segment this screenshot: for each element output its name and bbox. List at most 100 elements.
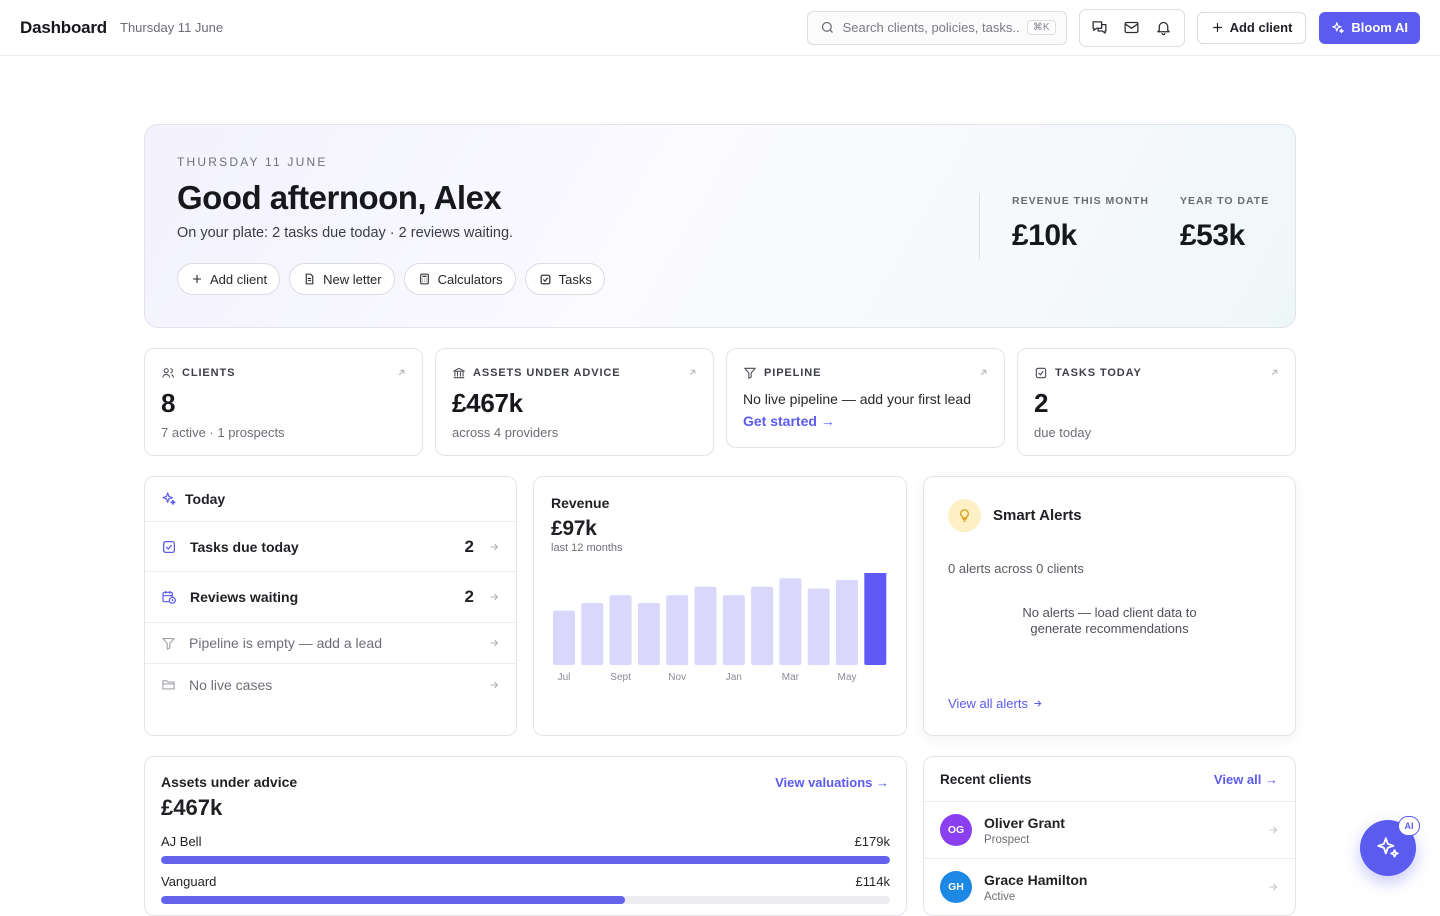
header-date: Thursday 11 June — [120, 20, 224, 35]
today-row-tasks[interactable]: Tasks due today 2 — [145, 522, 516, 572]
provider-name: Vanguard — [161, 874, 217, 889]
x-tick-label: Mar — [782, 672, 800, 683]
revenue-bar — [694, 586, 717, 665]
today-row-count: 2 — [464, 587, 474, 606]
kpi-aua-card[interactable]: ASSETS UNDER ADVICE £467k across 4 provi… — [435, 348, 714, 456]
kpi-pipeline-card[interactable]: PIPELINE No live pipeline — add your fir… — [726, 348, 1005, 448]
view-valuations-link[interactable]: View valuations → — [775, 775, 889, 790]
checkbox-icon — [539, 273, 552, 286]
provider-bar-fill — [161, 896, 626, 904]
client-status: Prospect — [984, 833, 1030, 846]
x-tick-label: May — [838, 672, 857, 683]
client-row[interactable]: GH Grace Hamilton Active — [924, 859, 1295, 915]
chip-label: Add client — [210, 271, 268, 287]
assets-total: £467k — [161, 795, 223, 820]
kpi-tasks-card[interactable]: TASKS TODAY 2 due today — [1017, 348, 1296, 456]
quick-add-client-button[interactable]: Add client — [177, 263, 281, 295]
alerts-empty-state: No alerts — load client data to generate… — [1022, 605, 1197, 636]
page-title: Dashboard — [20, 17, 107, 37]
tasks-button[interactable]: Tasks — [524, 263, 605, 295]
mail-icon[interactable] — [1118, 14, 1146, 42]
bank-icon — [452, 366, 466, 380]
sparkle-icon — [1375, 835, 1401, 861]
hero-divider — [979, 193, 980, 259]
today-row-label: Reviews waiting — [190, 589, 299, 605]
sparkle-icon — [161, 491, 177, 507]
revenue-bar — [581, 602, 604, 665]
revenue-bar — [836, 580, 858, 665]
add-client-label: Add client — [1229, 20, 1293, 35]
today-row-label: Pipeline is empty — add a lead — [189, 635, 382, 651]
chip-label: New letter — [323, 271, 382, 287]
kpi-sub: 7 active · 1 prospects — [161, 425, 285, 440]
revenue-subtitle: last 12 months — [551, 542, 623, 554]
get-started-link[interactable]: Get started → — [743, 413, 988, 429]
revenue-bar — [666, 595, 689, 665]
calculators-button[interactable]: Calculators — [403, 263, 516, 295]
client-status: Active — [984, 890, 1016, 903]
today-title: Today — [185, 491, 226, 507]
provider-bar-track — [161, 896, 890, 904]
stat-value: £10k — [1012, 219, 1077, 252]
revenue-bar — [807, 588, 830, 665]
hero-date: THURSDAY 11 JUNE — [177, 155, 328, 169]
add-client-button[interactable]: Add client — [1196, 11, 1307, 44]
kpi-value: £467k — [452, 388, 523, 418]
alerts-count: 0 alerts across 0 clients — [948, 561, 1084, 576]
header-icon-group — [1078, 8, 1185, 47]
messages-icon[interactable] — [1086, 14, 1114, 42]
revenue-value: £97k — [551, 517, 597, 540]
provider-bar-fill — [161, 856, 890, 864]
kpi-clients-card[interactable]: CLIENTS 8 7 active · 1 prospects — [144, 348, 423, 456]
today-row-count: 2 — [464, 536, 474, 556]
lightbulb-icon — [948, 499, 981, 532]
revenue-bar — [637, 602, 660, 665]
arrow-up-right-icon[interactable] — [687, 367, 698, 378]
today-row-reviews[interactable]: Reviews waiting 2 — [145, 572, 516, 623]
kpi-label: TASKS TODAY — [1055, 367, 1142, 379]
provider-amount: £114k — [855, 874, 890, 889]
stat-label: REVENUE THIS MONTH — [1012, 195, 1150, 207]
stat-label: YEAR TO DATE — [1180, 195, 1270, 207]
today-row-cases[interactable]: No live cases — [145, 664, 516, 705]
provider-row: AJ Bell £179k — [161, 834, 890, 864]
checkbox-icon — [161, 539, 177, 555]
search-input[interactable]: Search clients, policies, tasks... ⌘K — [806, 10, 1067, 45]
view-all-clients-link[interactable]: View all → — [1214, 772, 1278, 787]
checkbox-icon — [1034, 366, 1048, 380]
client-name: Oliver Grant — [984, 814, 1065, 831]
greeting-card: THURSDAY 11 JUNE Good afternoon, Alex On… — [144, 124, 1296, 328]
smart-alerts-panel: Smart Alerts 0 alerts across 0 clients N… — [923, 476, 1296, 736]
funnel-icon — [743, 366, 757, 380]
funnel-icon — [161, 636, 176, 651]
revenue-bar-chart: Jul Sept Nov Jan Mar May — [553, 573, 887, 683]
bloom-ai-label: Bloom AI — [1351, 20, 1408, 35]
recent-clients-panel: Recent clients View all → OG Oliver Gran… — [923, 756, 1296, 916]
kpi-label: CLIENTS — [182, 367, 236, 379]
assets-panel: Assets under advice View valuations → £4… — [144, 756, 907, 916]
arrow-up-right-icon[interactable] — [1269, 367, 1280, 378]
arrow-up-right-icon[interactable] — [396, 367, 407, 378]
recent-clients-title: Recent clients — [940, 771, 1032, 787]
ai-badge: AI — [1398, 816, 1420, 836]
users-icon — [161, 366, 175, 380]
x-tick-label: Nov — [668, 672, 686, 683]
calendar-clock-icon — [161, 589, 177, 605]
view-all-alerts-link[interactable]: View all alerts — [948, 696, 1043, 711]
client-row[interactable]: OG Oliver Grant Prospect — [924, 802, 1295, 859]
revenue-month-stat: REVENUE THIS MONTH £10k — [1012, 195, 1149, 253]
revenue-bar — [609, 595, 632, 665]
arrow-up-right-icon[interactable] — [978, 367, 989, 378]
revenue-bar — [779, 578, 802, 665]
bell-icon[interactable] — [1150, 14, 1178, 42]
today-row-pipeline[interactable]: Pipeline is empty — add a lead — [145, 623, 516, 664]
kpi-value: 2 — [1034, 388, 1049, 418]
arrow-right-icon — [1032, 698, 1043, 709]
new-letter-button[interactable]: New letter — [289, 263, 395, 295]
sparkle-icon — [1331, 21, 1345, 35]
provider-amount: £179k — [854, 834, 890, 849]
bloom-ai-button[interactable]: Bloom AI — [1319, 11, 1420, 44]
plus-icon — [191, 273, 203, 285]
revenue-bar — [751, 586, 774, 665]
provider-name: AJ Bell — [161, 834, 202, 849]
